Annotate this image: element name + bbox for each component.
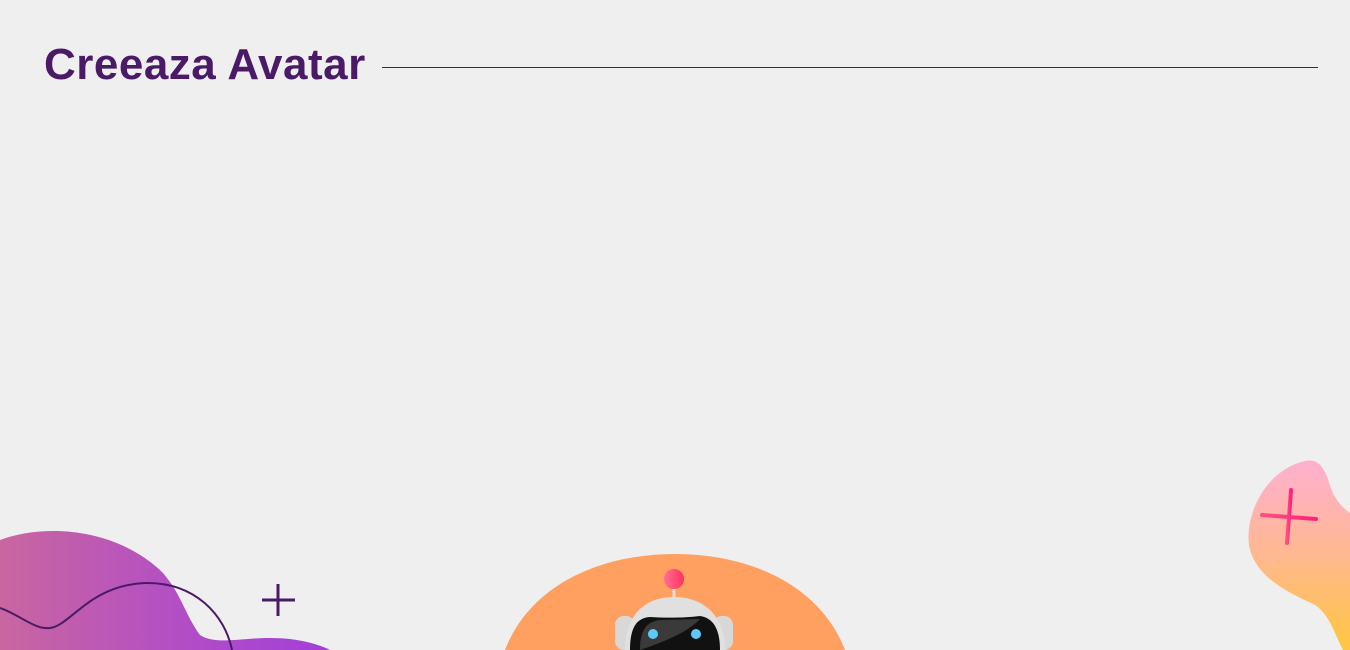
- right-blob-decoration: [1248, 460, 1350, 650]
- header-divider: [381, 66, 1318, 68]
- robot-avatar[interactable]: [490, 540, 850, 650]
- page-header: Creeaza Avatar: [44, 40, 1318, 90]
- page-title: Creeaza Avatar: [44, 40, 366, 89]
- plus-icon: [262, 584, 295, 616]
- antenna-ball: [664, 569, 684, 589]
- peach-blob: [1248, 460, 1350, 650]
- robot-eye-right: [691, 629, 701, 639]
- robot-eye-left: [648, 629, 658, 639]
- left-blob-decoration: [0, 531, 330, 650]
- purple-blob: [0, 531, 330, 650]
